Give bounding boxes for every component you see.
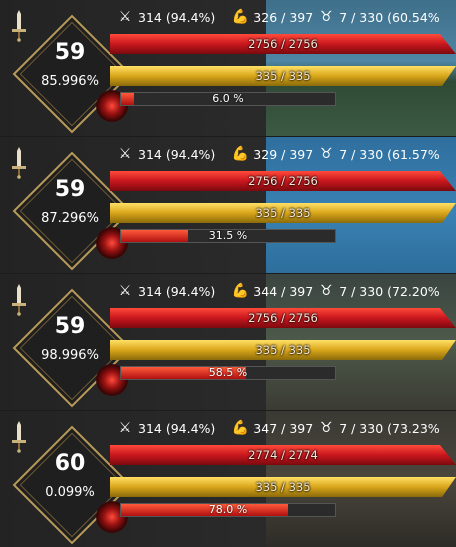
status-panel-1: 59 85.996% ⚔ 314 (94.4%) 💪 326 / 397 ♉ 7… [0, 0, 456, 136]
mp-bar: 335 / 335 [110, 203, 456, 223]
mp-bar: 335 / 335 [110, 477, 456, 497]
crossed-axes-icon: ⚔ [118, 9, 132, 25]
stats-row: ⚔ 314 (94.4%) 💪 329 / 397 ♉ 7 / 330 (61.… [116, 143, 440, 165]
arm-icon: 💪 [231, 283, 250, 299]
horn-icon: ♉ [319, 283, 333, 299]
xp-bar: 6.0 % [120, 92, 336, 106]
mp-bar: 335 / 335 [110, 66, 456, 86]
hp-bar: 2756 / 2756 [110, 308, 456, 328]
hp-text: 2756 / 2756 [248, 311, 318, 325]
attack-stat: 314 (94.4%) [138, 283, 216, 299]
stats-row: ⚔ 314 (94.4%) 💪 344 / 397 ♉ 7 / 330 (72.… [116, 280, 440, 302]
mp-text: 335 / 335 [255, 343, 311, 357]
xp-bar: 31.5 % [120, 229, 336, 243]
mp-text: 335 / 335 [255, 480, 311, 494]
attack-stat: 314 (94.4%) [138, 420, 216, 436]
gem-stat: 7 / 330 (60.54% [339, 9, 440, 25]
stats-row: ⚔ 314 (94.4%) 💪 326 / 397 ♉ 7 / 330 (60.… [116, 6, 440, 28]
bag-stat: 326 / 397 [253, 9, 314, 25]
bag-stat: 329 / 397 [253, 146, 314, 162]
arm-icon: 💪 [231, 420, 250, 436]
arm-icon: 💪 [231, 146, 250, 162]
bag-stat: 347 / 397 [253, 420, 314, 436]
hp-text: 2774 / 2774 [248, 448, 318, 462]
xp-text: 31.5 % [208, 229, 248, 242]
bag-stat: 344 / 397 [253, 283, 314, 299]
gem-stat: 7 / 330 (61.57% [339, 146, 440, 162]
arm-icon: 💪 [231, 9, 250, 25]
xp-text: 78.0 % [208, 503, 248, 516]
xp-bar: 58.5 % [120, 366, 336, 380]
gem-stat: 7 / 330 (73.23% [339, 420, 440, 436]
status-panel-4: 60 0.099% ⚔ 314 (94.4%) 💪 347 / 397 ♉ 7 … [0, 411, 456, 547]
mp-text: 335 / 335 [255, 69, 311, 83]
xp-text: 58.5 % [208, 366, 248, 379]
mp-text: 335 / 335 [255, 206, 311, 220]
crossed-axes-icon: ⚔ [118, 146, 132, 162]
hp-text: 2756 / 2756 [248, 174, 318, 188]
horn-icon: ♉ [319, 146, 333, 162]
horn-icon: ♉ [319, 9, 333, 25]
hp-bar: 2756 / 2756 [110, 34, 456, 54]
xp-bar: 78.0 % [120, 503, 336, 517]
mp-bar: 335 / 335 [110, 340, 456, 360]
hp-text: 2756 / 2756 [248, 37, 318, 51]
attack-stat: 314 (94.4%) [138, 146, 216, 162]
attack-stat: 314 (94.4%) [138, 9, 216, 25]
status-panel-3: 59 98.996% ⚔ 314 (94.4%) 💪 344 / 397 ♉ 7… [0, 274, 456, 410]
hp-bar: 2756 / 2756 [110, 171, 456, 191]
gem-stat: 7 / 330 (72.20% [339, 283, 440, 299]
hp-bar: 2774 / 2774 [110, 445, 456, 465]
crossed-axes-icon: ⚔ [118, 283, 132, 299]
stats-row: ⚔ 314 (94.4%) 💪 347 / 397 ♉ 7 / 330 (73.… [116, 417, 440, 439]
xp-text: 6.0 % [212, 92, 244, 105]
crossed-axes-icon: ⚔ [118, 420, 132, 436]
status-panel-2: 59 87.296% ⚔ 314 (94.4%) 💪 329 / 397 ♉ 7… [0, 137, 456, 273]
horn-icon: ♉ [319, 420, 333, 436]
